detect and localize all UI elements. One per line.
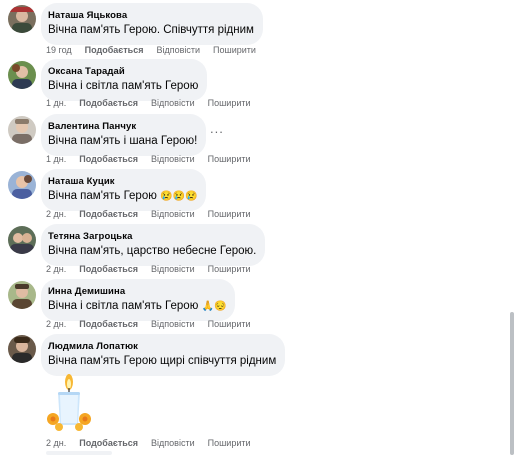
comment-time[interactable]: 19 год: [46, 45, 72, 55]
comment-time[interactable]: 1 дн.: [46, 98, 66, 108]
comment-bubble: Наташа Яцькова Вічна пам'ять Герою. Спів…: [41, 3, 263, 45]
comment-actions: 1 дн. Подобається Відповісти Поширити: [46, 154, 264, 164]
share-button[interactable]: Поширити: [213, 45, 256, 55]
comment-actions: 2 дн. Подобається Відповісти Поширити: [46, 319, 264, 329]
comment-actions: 2 дн. Подобається Відповісти Поширити: [46, 438, 264, 448]
like-button[interactable]: Подобається: [85, 45, 144, 55]
comment-author[interactable]: Инна Демишина: [48, 285, 226, 298]
reply-button[interactable]: Відповісти: [151, 438, 195, 448]
comment-bubble: Инна Демишина Вічна і світла пам'ять Гер…: [41, 279, 236, 321]
avatar[interactable]: [8, 335, 36, 363]
comment-time[interactable]: 2 дн.: [46, 319, 66, 329]
candle-sticker-icon: [47, 373, 91, 431]
comment-text: Вічна пам'ять, царство небесне Герою.: [48, 245, 257, 257]
avatar[interactable]: [8, 281, 36, 309]
more-dots-icon[interactable]: ...: [210, 121, 224, 136]
scrollbar[interactable]: [510, 312, 514, 455]
comment-text: Вічна пам'ять Герою 😢😢😢: [48, 189, 197, 204]
comment-text: Вічна і світла пам'ять Герою: [48, 80, 199, 92]
comment-time[interactable]: 2 дн.: [46, 209, 66, 219]
comment-bubble: Тетяна Загроцька Вічна пам'ять, царство …: [41, 224, 266, 266]
comment-text: Вічна пам'ять і шана Герою!: [48, 135, 198, 147]
comment-text: Вічна пам'ять Герою. Співчуття рідним: [48, 24, 254, 36]
like-button[interactable]: Подобається: [79, 264, 138, 274]
share-button[interactable]: Поширити: [208, 98, 251, 108]
like-button[interactable]: Подобається: [79, 319, 138, 329]
reply-button[interactable]: Відповісти: [151, 319, 195, 329]
reply-button[interactable]: Відповісти: [151, 264, 195, 274]
avatar[interactable]: [8, 171, 36, 199]
reply-button[interactable]: Відповісти: [151, 98, 195, 108]
avatar[interactable]: [8, 61, 36, 89]
like-button[interactable]: Подобається: [79, 438, 138, 448]
comment-actions: 2 дн. Подобається Відповісти Поширити: [46, 264, 264, 274]
avatar[interactable]: [8, 116, 36, 144]
comment-author[interactable]: Тетяна Загроцька: [48, 230, 256, 243]
reply-button[interactable]: Відповісти: [151, 154, 195, 164]
comment-time[interactable]: 2 дн.: [46, 438, 66, 448]
comment-text: Вічна пам'ять Герою щирі співчуття рідни…: [48, 355, 277, 367]
reply-button[interactable]: Відповісти: [151, 209, 195, 219]
comment-bubble: Наташа Куцик Вічна пам'ять Герою 😢😢😢: [41, 169, 207, 211]
crying-emoji-icon: 😢😢😢: [160, 191, 198, 202]
comment-bubble: Людмила Лопатюк Вічна пам'ять Герою щирі…: [41, 334, 286, 376]
like-button[interactable]: Подобається: [79, 154, 138, 164]
comment-bubble: Оксана Тарадай Вічна і світла пам'ять Ге…: [41, 59, 208, 101]
share-button[interactable]: Поширити: [208, 438, 251, 448]
like-button[interactable]: Подобається: [79, 98, 138, 108]
comment-author[interactable]: Наташа Яцькова: [48, 9, 254, 22]
comment-actions: 2 дн. Подобається Відповісти Поширити: [46, 209, 264, 219]
comment-time[interactable]: 2 дн.: [46, 264, 66, 274]
like-button[interactable]: Подобається: [79, 209, 138, 219]
share-button[interactable]: Поширити: [208, 154, 251, 164]
comment-author[interactable]: Оксана Тарадай: [48, 65, 198, 78]
avatar[interactable]: [8, 226, 36, 254]
comment-actions: 1 дн. Подобається Відповісти Поширити: [46, 98, 264, 108]
comment-bubble: Валентина Панчук Вічна пам'ять і шана Ге…: [41, 114, 207, 156]
praying-hands-emoji-icon: 🙏😔: [201, 301, 227, 312]
share-button[interactable]: Поширити: [208, 319, 251, 329]
comment-author[interactable]: Людмила Лопатюк: [48, 340, 276, 353]
next-comment-bubble-edge: [46, 451, 112, 455]
share-button[interactable]: Поширити: [208, 209, 251, 219]
comment-text: Вічна і світла пам'ять Герою 🙏😔: [48, 299, 226, 314]
comment-actions: 19 год Подобається Відповісти Поширити: [46, 45, 269, 55]
comment-text-body: Вічна пам'ять Герою: [48, 190, 157, 202]
comment-time[interactable]: 1 дн.: [46, 154, 66, 164]
avatar[interactable]: [8, 5, 36, 33]
comment-author[interactable]: Наташа Куцик: [48, 175, 197, 188]
comment-text-body: Вічна і світла пам'ять Герою: [48, 300, 199, 312]
share-button[interactable]: Поширити: [208, 264, 251, 274]
comment-author[interactable]: Валентина Панчук: [48, 120, 197, 133]
reply-button[interactable]: Відповісти: [156, 45, 200, 55]
